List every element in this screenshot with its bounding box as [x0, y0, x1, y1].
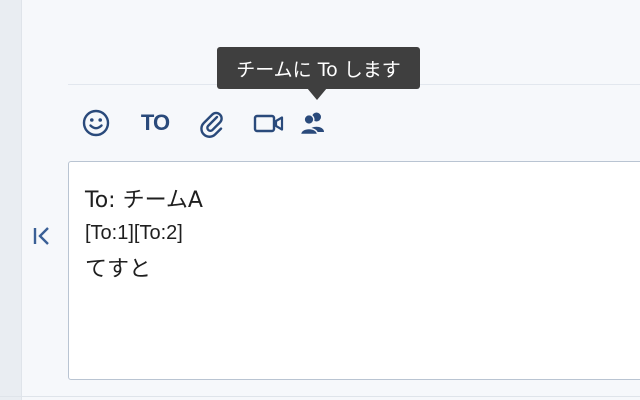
- smiley-icon: [82, 109, 110, 137]
- collapse-left-icon: [33, 227, 49, 245]
- editor-line: [To:1][To:2]: [85, 222, 183, 244]
- video-call-button[interactable]: [252, 106, 286, 140]
- collapse-left-button[interactable]: [30, 222, 54, 250]
- emoji-button[interactable]: [80, 106, 112, 140]
- to-label: TO: [140, 110, 170, 135]
- attach-file-button[interactable]: [196, 106, 226, 140]
- message-input[interactable]: To: チームA [To:1][To:2] てすと: [68, 161, 640, 380]
- group-users-icon: [299, 112, 324, 136]
- paperclip-icon: [200, 111, 223, 138]
- divider: [0, 396, 640, 397]
- editor-line: てすと: [85, 257, 152, 282]
- tooltip-arrow: [307, 88, 327, 100]
- team-to-button[interactable]: [296, 106, 330, 140]
- to-button[interactable]: TO: [138, 106, 172, 140]
- left-sidebar-edge: [0, 0, 22, 400]
- editor-line: To: チームA: [85, 188, 203, 213]
- video-camera-icon: [253, 114, 284, 133]
- tooltip: チームに To します: [217, 47, 420, 89]
- tooltip-text: チームに To します: [236, 58, 401, 81]
